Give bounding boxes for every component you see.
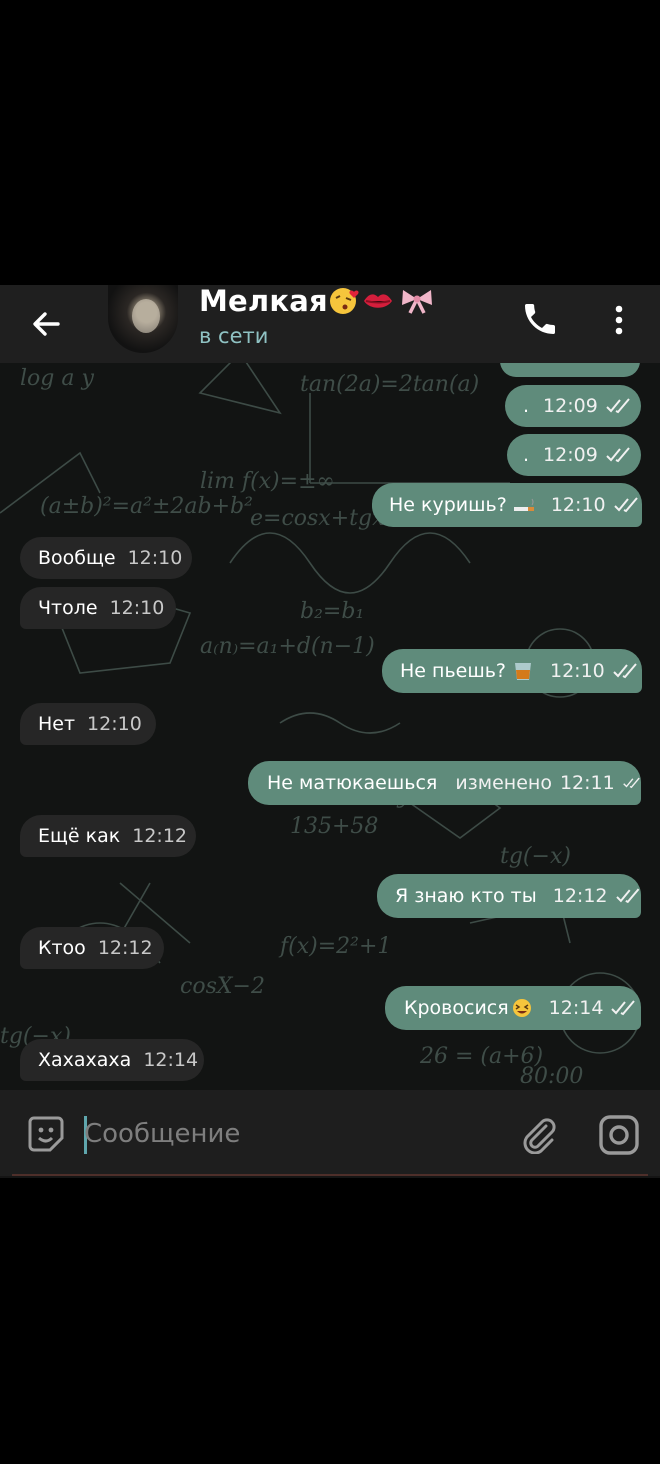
message-input-bar: Сообщение: [0, 1090, 660, 1176]
message-text: Не куришь?: [389, 494, 507, 516]
message-bubble-out[interactable]: Не куришь? 12:10: [372, 483, 642, 527]
double-check-icon: [606, 447, 630, 463]
double-check-icon: [606, 398, 630, 414]
tumbler-glass-emoji-icon: [515, 663, 531, 680]
message-text: Не матюкаешься: [267, 772, 438, 794]
message-text: Кровосися: [404, 997, 509, 1019]
message-time: 12:11: [559, 772, 615, 794]
message-time: 12:12: [132, 825, 187, 847]
online-status: в сети: [199, 324, 269, 348]
emoji-icon[interactable]: [26, 1114, 66, 1154]
double-check-icon: [622, 777, 640, 789]
message-text: Я знаю кто ты: [395, 885, 537, 907]
message-bubble-in[interactable]: Чтоле 12:10: [20, 587, 176, 629]
svg-text:tg(−x): tg(−x): [500, 844, 571, 869]
message-time: 12:10: [550, 494, 606, 516]
message-text: Хахахаха: [38, 1049, 132, 1071]
input-underline: [12, 1174, 648, 1176]
message-bubble-out[interactable]: Кровосися 12:14: [385, 986, 641, 1030]
svg-text:cosX−2: cosX−2: [180, 974, 265, 999]
chat-screen: Мелкая в сети log a y tan(2a)=2tan(a) (a…: [0, 285, 660, 1178]
message-text: .: [523, 444, 530, 466]
message-time: 12:09: [543, 395, 598, 417]
message-bubble-out[interactable]: Я знаю кто ты 12:12: [377, 874, 641, 918]
chat-header: Мелкая в сети: [0, 285, 660, 363]
svg-text:135+58: 135+58: [290, 814, 378, 839]
svg-text:26 = (a+6): 26 = (a+6): [419, 1044, 543, 1069]
grinning-squint-emoji-icon: [512, 999, 531, 1017]
message-text: Ещё как: [38, 825, 121, 847]
double-check-icon: [613, 663, 637, 679]
message-bubble-partial[interactable]: [500, 363, 640, 377]
cigarette-emoji-icon: [513, 498, 534, 511]
kiss-emoji-icon: [329, 288, 359, 314]
camera-icon[interactable]: [598, 1114, 640, 1156]
message-time: 12:10: [127, 547, 183, 569]
message-bubble-in[interactable]: Вообще 12:10: [20, 537, 192, 579]
contact-name: Мелкая: [199, 285, 328, 318]
message-bubble-in[interactable]: Хахахаха 12:14: [20, 1039, 204, 1081]
message-bubble-in[interactable]: Ещё как 12:12: [20, 815, 196, 857]
svg-text:tan(2a)=2tan(a): tan(2a)=2tan(a): [300, 372, 479, 397]
message-text: .: [523, 395, 530, 417]
more-vert-icon[interactable]: [604, 301, 634, 339]
message-bubble-in[interactable]: Нет 12:10: [20, 703, 156, 745]
double-check-icon: [613, 497, 638, 513]
contact-name-row[interactable]: Мелкая: [199, 285, 436, 317]
message-list[interactable]: log a y tan(2a)=2tan(a) (a±b)²=a²±2ab+b²…: [0, 363, 660, 1090]
message-text: Вообще: [38, 547, 116, 569]
message-time: 12:12: [552, 885, 608, 907]
lips-icon: [363, 294, 392, 308]
svg-text:e=cosx+tgx: e=cosx+tgx: [250, 506, 385, 531]
message-text: Не пьешь?: [400, 660, 506, 682]
bow-ribbon-icon: [401, 290, 432, 314]
svg-text:log a y: log a y: [20, 366, 94, 391]
message-time: 12:12: [97, 937, 153, 959]
message-time: 12:09: [543, 444, 598, 466]
avatar[interactable]: [108, 285, 178, 353]
svg-text:lim f(x)=±∞: lim f(x)=±∞: [200, 469, 335, 494]
message-time: 12:14: [143, 1049, 199, 1071]
message-bubble-in[interactable]: Ктоо 12:12: [20, 927, 164, 969]
svg-text:f(x)=2²+1: f(x)=2²+1: [278, 934, 391, 959]
message-text: Нет: [38, 713, 76, 735]
message-time: 12:10: [87, 713, 142, 735]
back-arrow-icon[interactable]: [26, 303, 68, 345]
message-text: Ктоо: [38, 937, 86, 959]
message-time: 12:14: [548, 997, 604, 1019]
message-bubble-out[interactable]: Не матюкаешься изменено 12:11: [248, 761, 641, 805]
message-time: 12:10: [550, 660, 605, 682]
message-edited-label: изменено: [455, 772, 552, 794]
double-check-icon: [611, 1000, 636, 1016]
message-bubble-out[interactable]: . 12:09: [505, 385, 641, 427]
svg-text:(a±b)²=a²±2ab+b²: (a±b)²=a²±2ab+b²: [40, 494, 253, 519]
message-bubble-out[interactable]: Не пьешь? 12:10: [382, 649, 642, 693]
message-text: Чтоле: [38, 597, 98, 619]
attach-icon[interactable]: [518, 1114, 558, 1154]
phone-icon[interactable]: [520, 299, 560, 339]
svg-text:b₂=b₁: b₂=b₁: [300, 599, 364, 624]
svg-text:a₍n₎=a₁+d(n−1): a₍n₎=a₁+d(n−1): [200, 634, 375, 659]
double-check-icon: [615, 888, 639, 904]
message-time: 12:10: [109, 597, 165, 619]
message-bubble-out[interactable]: . 12:09: [507, 434, 641, 476]
message-input[interactable]: Сообщение: [84, 1114, 240, 1154]
